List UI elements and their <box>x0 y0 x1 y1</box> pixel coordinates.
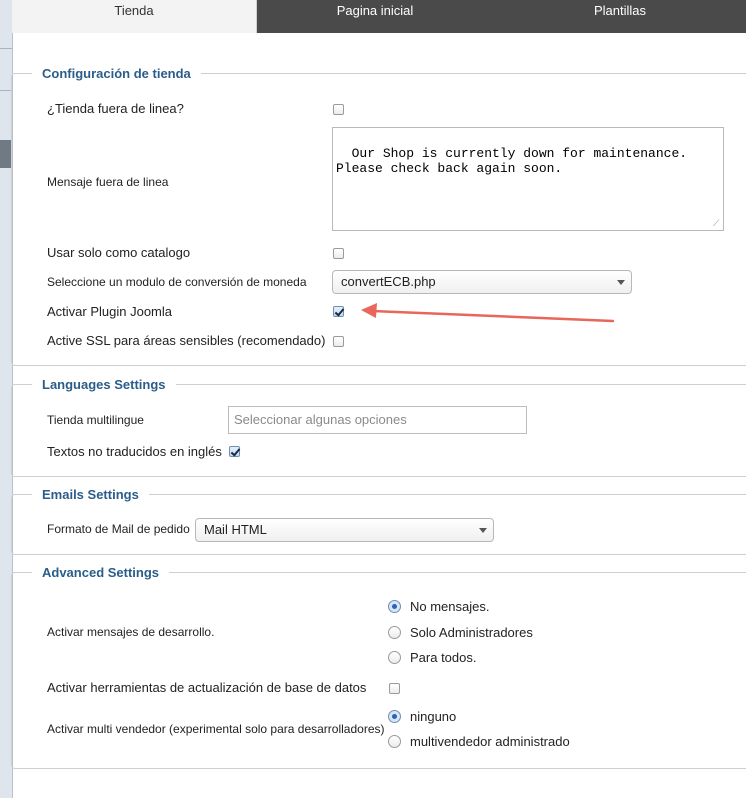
tab-pagina-inicial[interactable]: Pagina inicial <box>257 0 493 33</box>
chevron-down-icon <box>617 280 625 285</box>
section-title: Languages Settings <box>42 377 166 392</box>
debug-option-label: Para todos. <box>410 650 477 665</box>
debug-radio-no-messages[interactable] <box>388 600 401 613</box>
multivendor-radio-none[interactable] <box>388 710 401 723</box>
multilang-label: Tienda multilingue <box>47 413 144 427</box>
ssl-label: Active SSL para áreas sensibles (recomen… <box>47 333 326 348</box>
untranslated-checkbox[interactable] <box>229 446 240 457</box>
untranslated-label: Textos no traducidos en inglés <box>47 444 222 459</box>
multivendor-option-label: multivendedor administrado <box>410 734 570 749</box>
currency-module-select[interactable]: convertECB.php <box>332 270 632 294</box>
ssl-checkbox[interactable] <box>333 336 344 347</box>
joomla-plugin-checkbox[interactable] <box>333 306 344 317</box>
resize-grip-icon[interactable]: ⟋ <box>713 220 722 229</box>
offline-checkbox[interactable] <box>333 104 344 115</box>
multivendor-label: Activar multi vendedor (experimental sol… <box>47 722 385 736</box>
debug-label: Activar mensajes de desarrollo. <box>47 625 215 639</box>
db-update-label: Activar herramientas de actualización de… <box>47 680 367 695</box>
advanced-section: Advanced Settings <box>11 565 746 769</box>
annotation-arrow-icon <box>361 303 615 323</box>
currency-module-value: convertECB.php <box>341 274 436 289</box>
tab-tienda[interactable]: Tienda <box>12 0 257 33</box>
section-title: Emails Settings <box>42 487 139 502</box>
sidebar-divider <box>0 48 12 49</box>
offline-message-textarea[interactable]: Our Shop is currently down for maintenan… <box>332 127 724 231</box>
section-title: Configuración de tienda <box>42 66 191 81</box>
debug-option-label: No mensajes. <box>410 599 490 614</box>
section-title: Advanced Settings <box>42 565 160 580</box>
tab-bar: Tienda Pagina inicial Plantillas <box>12 0 746 33</box>
mail-format-select[interactable]: Mail HTML <box>195 518 494 542</box>
debug-option-label: Solo Administradores <box>410 625 533 640</box>
offline-label: ¿Tienda fuera de linea? <box>47 101 184 116</box>
catalog-label: Usar solo como catalogo <box>47 245 191 260</box>
multilang-placeholder: Seleccionar algunas opciones <box>234 412 407 427</box>
mail-format-label: Formato de Mail de pedido <box>47 522 190 536</box>
multilang-input[interactable]: Seleccionar algunas opciones <box>228 406 527 434</box>
db-update-checkbox[interactable] <box>389 683 400 694</box>
offline-message-label: Mensaje fuera de linea <box>47 175 169 189</box>
joomla-plugin-label: Activar Plugin Joomla <box>47 304 172 319</box>
debug-radio-everyone[interactable] <box>388 651 401 664</box>
currency-module-label: Seleccione un modulo de conversión de mo… <box>47 275 307 289</box>
offline-message-text: Our Shop is currently down for maintenan… <box>336 146 695 176</box>
debug-radio-admins[interactable] <box>388 626 401 639</box>
chevron-down-icon <box>479 528 487 533</box>
catalog-checkbox[interactable] <box>333 248 344 259</box>
multivendor-option-label: ninguno <box>410 709 457 724</box>
tab-plantillas[interactable]: Plantillas <box>494 0 746 33</box>
mail-format-value: Mail HTML <box>204 522 267 537</box>
multivendor-radio-managed[interactable] <box>388 735 401 748</box>
